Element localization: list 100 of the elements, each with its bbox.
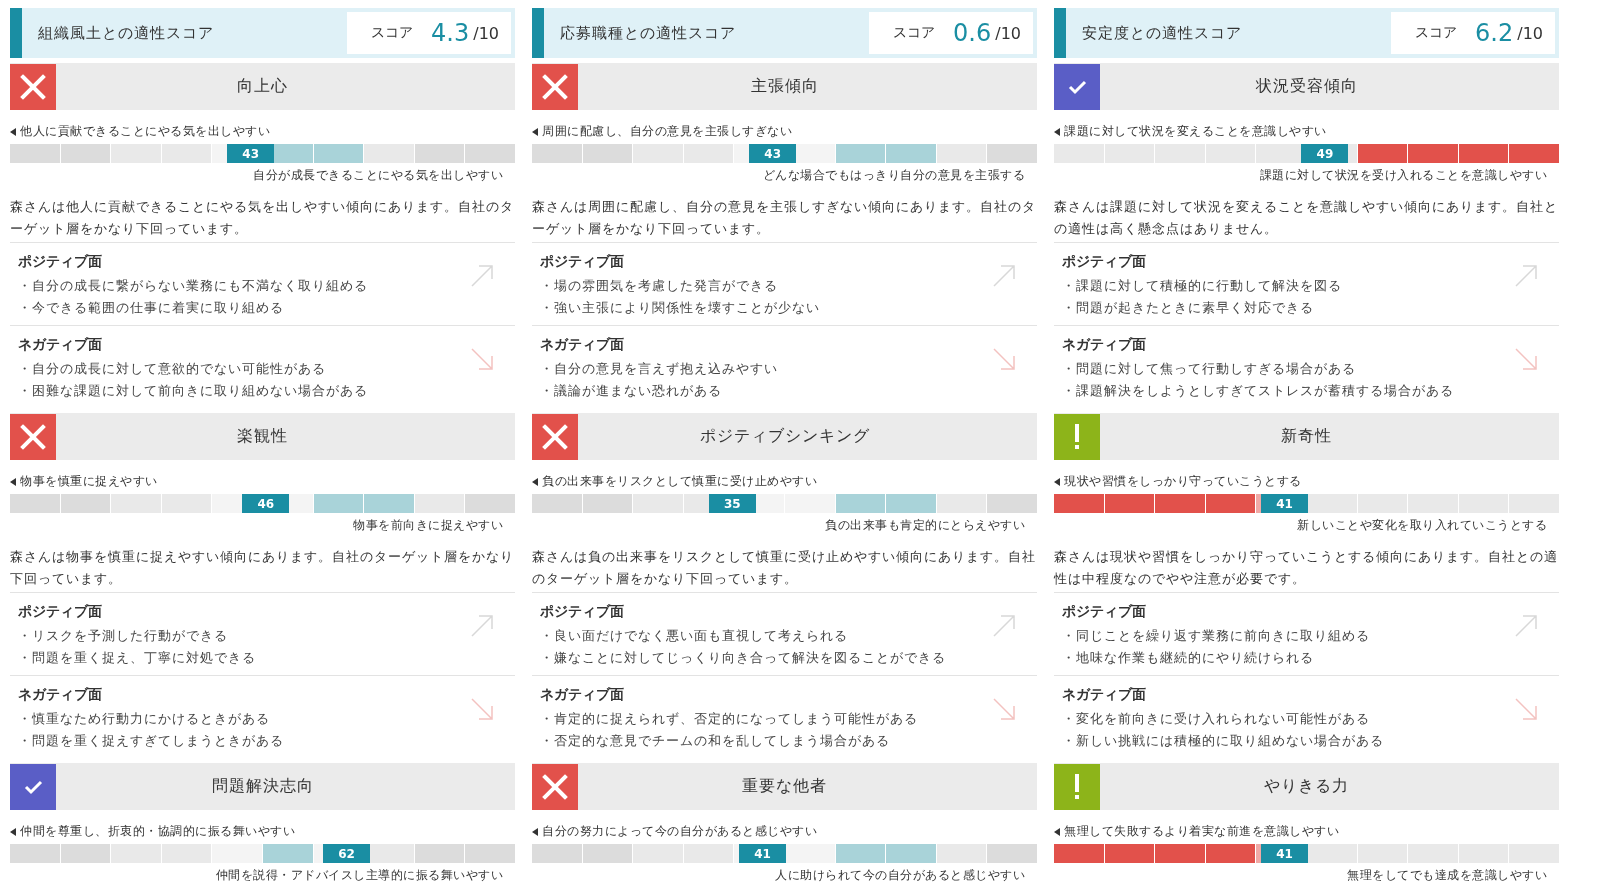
scale-left-label: 物事を慎重に捉えやすい (20, 473, 158, 490)
scale-segment (987, 494, 1037, 513)
trait-description: 森さんは周囲に配慮し、自分の意見を主張しすぎない傾向にあります。自社のターゲット層をかなり下回っています。 (532, 196, 1037, 243)
negative-point: ・自分の意見を言えず抱え込みやすい (540, 360, 779, 378)
positive-point: ・強い主張により関係性を壊すことが少ない (540, 299, 821, 317)
scale-left-label: 無理して失敗するより着実な前進を意識しやすい (1064, 823, 1339, 840)
left-triangle-icon (532, 127, 538, 136)
score-marker: 62 (323, 844, 371, 863)
scale-segment (532, 844, 582, 863)
section-title: 組織風土との適性スコア (37, 23, 215, 43)
score-marker: 43 (749, 144, 797, 163)
scale-segment (1054, 844, 1104, 863)
scale-right-label: 負の出来事も肯定的にとらえやすい (824, 517, 1025, 534)
scale-segment (987, 844, 1037, 863)
up-arrow-icon (991, 263, 1017, 289)
scale-segment (60, 494, 111, 513)
positive-point: ・場の雰囲気を考慮した発言ができる (540, 277, 779, 295)
scale-segment (364, 494, 414, 513)
up-arrow-icon (469, 613, 495, 639)
trait-description: 森さんは現状や習慣をしっかり守っていこうとする傾向にあります。自社との適性は中程度なのでやや注意が必要です。 (1054, 546, 1559, 593)
left-triangle-icon (1054, 477, 1060, 486)
left-triangle-icon (1054, 127, 1060, 136)
exclamation-icon (1054, 413, 1100, 460)
cross-icon (532, 413, 578, 460)
scale-segment (1104, 844, 1155, 863)
score-label: スコア (1415, 24, 1458, 42)
negative-point: ・肯定的に捉えられず、否定的になってしまう可能性がある (540, 710, 919, 728)
down-arrow-icon (1513, 346, 1539, 372)
scale-segment (414, 844, 465, 863)
section-title: 安定度との適性スコア (1081, 23, 1243, 43)
scale-segment (633, 144, 683, 163)
negative-heading: ネガティブ面 (540, 336, 625, 354)
score-value: 0.6 (953, 19, 992, 47)
positive-heading: ポジティブ面 (18, 253, 103, 271)
positive-heading: ポジティブ面 (540, 253, 625, 271)
trait-description: 森さんは物事を慎重に捉えやすい傾向にあります。自社のターゲット層をかなり下回っています。 (10, 546, 515, 593)
scale-segment (582, 144, 633, 163)
up-arrow-icon (1513, 263, 1539, 289)
scale-segment (1054, 494, 1104, 513)
scale-segment (1205, 844, 1256, 863)
scale-left-label: 現状や習慣をしっかり守っていこうとする (1064, 473, 1302, 490)
down-arrow-icon (991, 696, 1017, 722)
negative-point: ・問題を重く捉えすぎてしまうときがある (18, 732, 285, 750)
scale-segment (10, 494, 60, 513)
scale-right-label: どんな場合でもはっきり自分の意見を主張する (761, 167, 1025, 184)
scale-segment (465, 494, 515, 513)
cross-icon (10, 63, 56, 110)
scale-segment (111, 844, 161, 863)
positive-point: ・地味な作業も継続的にやり続けられる (1062, 649, 1315, 667)
scale-segment (1306, 494, 1357, 513)
score-total: /10 (1517, 23, 1543, 43)
scale-segment (60, 844, 111, 863)
scale-right-label: 仲間を説得・アドバイスし主導的に振る舞いやすい (214, 867, 503, 884)
scale-segment (835, 844, 886, 863)
positive-point: ・同じことを繰り返す業務に前向きに取り組める (1062, 627, 1371, 645)
scale-segment (465, 144, 515, 163)
positive-point: ・問題が起きたときに素早く対応できる (1062, 299, 1315, 317)
scale-segment (1306, 844, 1357, 863)
down-arrow-icon (469, 346, 495, 372)
trait-description: 森さんは課題に対して状況を変えることを意識しやすい傾向にあります。自社との適性は高く懸念点はありません。 (1054, 196, 1559, 243)
scale-segment (10, 844, 60, 863)
score-marker: 41 (1261, 844, 1309, 863)
negative-point: ・慎重なため行動力にかけるときがある (18, 710, 271, 728)
scale-segment (532, 494, 582, 513)
score-value: 4.3 (431, 19, 470, 47)
scale-segment (111, 144, 161, 163)
cross-icon (10, 413, 56, 460)
negative-point: ・問題に対して焦って行動しすぎる場合がある (1062, 360, 1357, 378)
scale-left-label: 自分の努力によって今の自分があると感じやすい (542, 823, 817, 840)
scale-segment (465, 844, 515, 863)
scale-segment (835, 144, 886, 163)
left-triangle-icon (10, 127, 16, 136)
scale-segment (532, 144, 582, 163)
scale-left-label: 他人に貢献できることにやる気を出しやすい (20, 123, 270, 140)
scale-segment (936, 844, 987, 863)
score-marker: 46 (242, 494, 290, 513)
header-accent-bar (10, 8, 22, 58)
trait-name: やりきる力 (1263, 776, 1350, 797)
left-triangle-icon (532, 827, 538, 836)
scale-segment (414, 144, 465, 163)
down-arrow-icon (991, 346, 1017, 372)
down-arrow-icon (1513, 696, 1539, 722)
scale-right-label: 無理をしてでも達成を意識しやすい (1346, 867, 1547, 884)
negative-point: ・困難な課題に対して前向きに取り組めない場合がある (18, 382, 369, 400)
scale-segment (784, 844, 835, 863)
left-triangle-icon (532, 477, 538, 486)
positive-point: ・嫌なことに対してじっくり向き合って解決を図ることができる (540, 649, 947, 667)
scale-segment (582, 844, 633, 863)
positive-heading: ポジティブ面 (1062, 253, 1147, 271)
scale-segment (835, 494, 886, 513)
scale-segment (633, 844, 683, 863)
negative-point: ・自分の成長に対して意欲的でない可能性がある (18, 360, 327, 378)
negative-heading: ネガティブ面 (1062, 336, 1147, 354)
header-accent-bar (1054, 8, 1066, 58)
check-icon (1054, 63, 1100, 110)
scale-segment (1509, 144, 1559, 163)
left-triangle-icon (10, 827, 16, 836)
score-label: スコア (893, 24, 936, 42)
positive-heading: ポジティブ面 (540, 603, 625, 621)
score-label: スコア (371, 24, 414, 42)
